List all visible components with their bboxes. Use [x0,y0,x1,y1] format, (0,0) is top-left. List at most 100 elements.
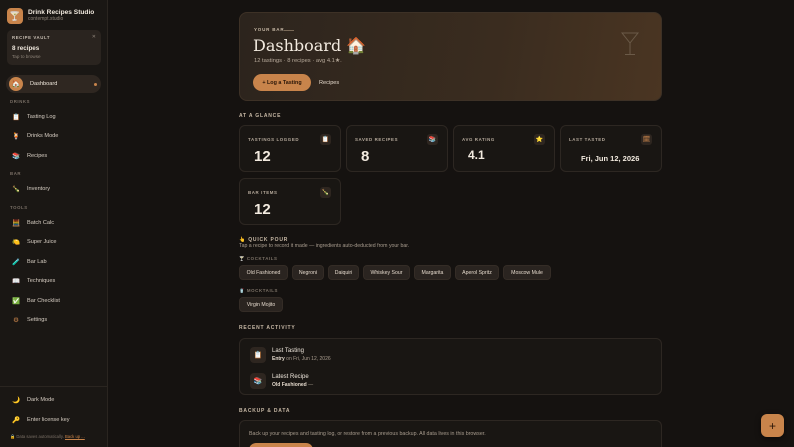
recipe-vault-card[interactable]: RECIPE VAULT ✕ 8 recipes Tap to browse [7,30,101,65]
backup-button[interactable] [249,443,313,447]
sidebar-item-dashboard[interactable]: 🏠 Dashboard [6,75,101,93]
stat-value: 12 [254,148,271,165]
backup-title: BACKUP & DATA [239,408,291,414]
dashboard-hero: YOUR BAR Dashboard 🏠 12 tastings · 8 rec… [239,12,662,101]
stat-label: AVG RATING [462,137,495,142]
sidebar-item-batch-calc[interactable]: 🧮 Batch Calc [11,217,101,229]
sidebar-item-label: Dashboard [30,81,58,87]
sidebar-item-label: Recipes [27,153,48,159]
stat-label: LAST TASTED [569,137,606,142]
section-label-bar: BAR [10,171,22,176]
calculator-icon: 🧮 [11,220,21,227]
cocktail-icon: 🍹 [11,133,21,140]
vault-label: RECIPE VAULT [12,35,51,40]
sidebar-item-bar-lab[interactable]: 🧪 Bar Lab [11,256,101,268]
lemon-icon: 🍋 [11,239,21,246]
page-title: Dashboard 🏠 [253,36,367,55]
sidebar-item-label: Drinks Mode [27,133,59,139]
section-label-tools: TOOLS [10,205,28,210]
sidebar-item-recipes[interactable]: 📚 Recipes [11,150,101,162]
sidebar-item-label: Tasting Log [27,114,56,120]
activity-detail-rest: — [306,381,314,388]
sidebar-item-super-juice[interactable]: 🍋 Super Juice [11,236,101,248]
sidebar-item-label: Enter license key [27,417,70,423]
lock-icon: 🔒 [10,434,16,439]
recent-activity-card: 📋 Last Tasting Entry on Fri, Jun 12, 202… [239,338,662,395]
active-indicator [94,83,97,86]
mocktails-label-text: MOCKTAILS [246,288,279,293]
books-icon: 📚 [11,153,21,160]
sidebar-item-settings[interactable]: ⚙ Settings [11,314,101,326]
sidebar-item-inventory[interactable]: 🍾 Inventory [11,183,101,195]
glass-icon: 🥤 [239,288,246,293]
stat-card-bar-items[interactable]: BAR ITEMS 🍾 12 [239,178,341,225]
sidebar-item-label: Bar Checklist [27,298,60,304]
sidebar-item-bar-checklist[interactable]: ✅ Bar Checklist [11,295,101,307]
activity-detail: Old Fashioned — [272,382,313,388]
vault-hint: Tap to browse [12,54,41,59]
chip-margarita[interactable]: Margarita [414,265,451,280]
chip-virgin-mojito[interactable]: Virgin Mojito [239,297,283,312]
stat-card-rating[interactable]: AVG RATING ⭐ 4.1 [453,125,555,172]
sidebar-item-label: Super Juice [27,239,57,245]
test-tube-icon: 🧪 [11,259,21,266]
activity-detail-bold: Old Fashioned [272,381,307,388]
sidebar-item-label: Dark Mode [27,397,55,403]
cocktails-label-text: COCKTAILS [246,256,278,261]
cocktail-logo-icon: 🍸 [7,8,23,24]
key-icon: 🔑 [11,417,21,424]
sidebar-item-techniques[interactable]: 📖 Techniques [11,275,101,287]
checkbox-icon: ✅ [11,298,21,305]
quick-pour-subtitle: Tap a recipe to record it made — ingredi… [239,243,410,249]
eyebrow-divider [284,29,294,31]
backup-card: Back up your recipes and tasting log, or… [239,420,662,447]
autosave-note: 🔒 Data saves automatically. Back up ... [10,434,85,440]
books-icon: 📚 [250,373,266,389]
sidebar-divider [0,386,108,387]
clipboard-icon: 📋 [11,114,21,121]
close-icon[interactable]: ✕ [92,34,96,40]
activity-detail: Entry on Fri, Jun 12, 2026 [272,356,331,362]
stat-value: Fri, Jun 12, 2026 [581,154,640,163]
bottle-icon: 🍾 [11,186,21,193]
stat-label: BAR ITEMS [248,190,278,195]
add-fab-button[interactable]: + [761,414,784,437]
sidebar-item-label: Settings [27,317,48,323]
chip-whiskey-sour[interactable]: Whiskey Sour [363,265,410,280]
sidebar-item-tasting-log[interactable]: 📋 Tasting Log [11,111,101,123]
chip-aperol-spritz[interactable]: Aperol Spritz [455,265,499,280]
moon-icon: 🌙 [11,397,21,404]
activity-title-text: Last Tasting [272,348,304,355]
backup-link[interactable]: Back up ... [65,434,85,439]
stat-value: 8 [361,148,370,165]
autosave-text: Data saves automatically. [16,434,64,439]
stat-card-last-tasted[interactable]: LAST TASTED 🗓 Fri, Jun 12, 2026 [560,125,662,172]
dark-mode-toggle[interactable]: 🌙 Dark Mode [11,394,101,406]
license-key-button[interactable]: 🔑 Enter license key [11,414,101,426]
cocktails-label: 🍸 COCKTAILS [239,256,278,262]
sidebar-item-label: Bar Lab [27,259,47,265]
recipes-button[interactable]: Recipes [319,74,339,91]
stat-value: 4.1 [468,148,485,162]
clipboard-icon: 📋 [250,347,266,363]
log-tasting-button[interactable]: + Log a Tasting [253,74,311,91]
stat-card-tastings[interactable]: TASTINGS LOGGED 📋 12 [239,125,341,172]
chip-old-fashioned[interactable]: Old Fashioned [239,265,288,280]
activity-row-latest-recipe[interactable]: 📚 Latest Recipe Old Fashioned — [250,373,313,389]
chip-negroni[interactable]: Negroni [292,265,324,280]
hero-eyebrow: YOUR BAR [254,27,285,32]
activity-row-last-tasting[interactable]: 📋 Last Tasting Entry on Fri, Jun 12, 202… [250,347,331,363]
books-icon: 📚 [427,134,438,145]
stat-label: SAVED RECIPES [355,137,399,142]
stat-card-recipes[interactable]: SAVED RECIPES 📚 8 [346,125,448,172]
calendar-icon: 🗓 [641,134,652,145]
activity-title-text: Latest Recipe [272,374,309,381]
sidebar-item-drinks-mode[interactable]: 🍹 Drinks Mode [11,130,101,142]
mocktails-label: 🥤 MOCKTAILS [239,288,278,294]
brand-subtitle: contempt.studio [28,15,64,22]
sidebar-item-label: Inventory [27,186,51,192]
chip-daiquiri[interactable]: Daiquiri [328,265,359,280]
stat-label: TASTINGS LOGGED [248,137,300,142]
chip-moscow-mule[interactable]: Moscow Mule [503,265,551,280]
brand[interactable]: 🍸 Drink Recipes Studio contempt.studio [7,7,103,25]
